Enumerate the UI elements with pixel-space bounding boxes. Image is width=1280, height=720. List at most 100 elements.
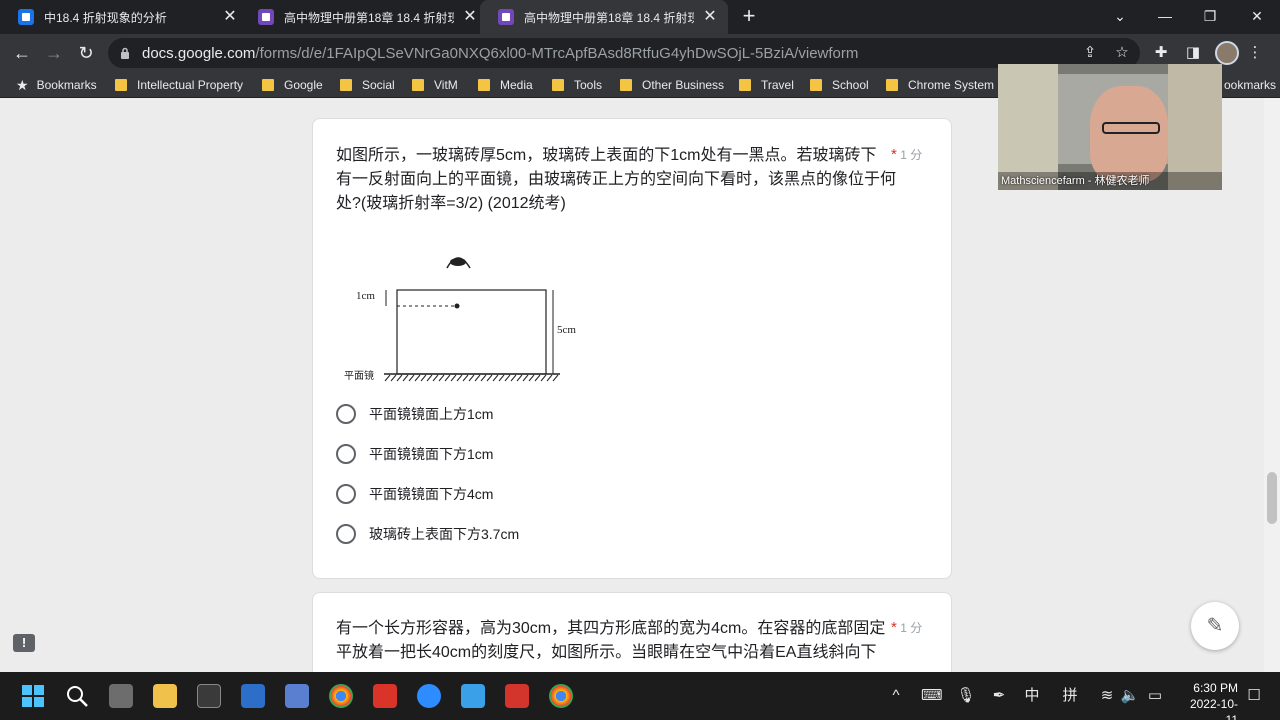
whiteboard-icon[interactable] xyxy=(241,684,265,708)
bookmark-folder[interactable]: Google xyxy=(262,76,323,94)
close-window-button[interactable]: ✕ xyxy=(1245,5,1269,27)
bookmark-folder[interactable]: Chrome System xyxy=(886,76,994,94)
radio-circle[interactable] xyxy=(336,404,356,424)
hatch-mark xyxy=(510,374,517,382)
notification-icon[interactable]: ☐ xyxy=(1244,686,1264,706)
ime-mode[interactable]: 拼 xyxy=(1060,686,1080,706)
chrome-icon[interactable] xyxy=(329,684,353,708)
folder-icon xyxy=(115,79,127,91)
minimize-button[interactable]: — xyxy=(1153,5,1177,27)
hatch-mark xyxy=(516,374,523,382)
bookmark-folder[interactable]: Other Business xyxy=(620,76,724,94)
bookmark-folder[interactable]: School xyxy=(810,76,869,94)
edit-pencil-icon[interactable]: ✎ xyxy=(1191,602,1239,650)
bookmark-folder[interactable]: Travel xyxy=(739,76,794,94)
hatch-mark xyxy=(504,374,511,382)
radio-option[interactable]: 平面镜镜面上方1cm xyxy=(336,403,493,425)
address-bar[interactable]: docs.google.com/forms/d/e/1FAIpQLSeVNrGa… xyxy=(108,38,1140,68)
webcam-caption: Mathsciencefarm - 林健农老师 xyxy=(1001,175,1150,187)
restore-button[interactable]: ❐ xyxy=(1198,5,1222,27)
wps-writer-icon[interactable] xyxy=(373,684,397,708)
tab-2[interactable]: 高中物理中册第18章 18.4 折射现 ✕ xyxy=(240,0,488,34)
folder-icon xyxy=(552,79,564,91)
chrome-icon[interactable] xyxy=(549,684,573,708)
pen-icon[interactable]: ✒ xyxy=(989,686,1009,706)
folder-icon xyxy=(810,79,822,91)
tab-search-icon[interactable]: ⌄ xyxy=(1108,5,1132,27)
system-clock[interactable]: 6:30 PM 2022-10-11 xyxy=(1178,680,1238,720)
forms-icon xyxy=(258,9,274,25)
hatch-mark xyxy=(480,374,487,382)
speaker-icon[interactable]: 🔈 xyxy=(1120,686,1140,706)
question-text-line: 平放着一把长40cm的刻度尺，如图所示。当眼睛在空气中沿着EA直线斜向下 xyxy=(336,644,877,661)
hatch-mark xyxy=(486,374,493,382)
share-icon[interactable]: ⇪ xyxy=(1080,43,1100,63)
close-tab-icon[interactable]: ✕ xyxy=(702,9,718,25)
hatch-mark xyxy=(426,374,433,382)
hatch-mark xyxy=(534,374,541,382)
file-explorer-icon[interactable] xyxy=(153,684,177,708)
avatar[interactable] xyxy=(1215,41,1239,65)
notes-icon[interactable] xyxy=(461,684,485,708)
scrollbar-thumb[interactable] xyxy=(1267,472,1277,524)
hatch-mark xyxy=(498,374,505,382)
tab-3-active[interactable]: 高中物理中册第18章 18.4 折射现 ✕ xyxy=(480,0,728,34)
ime-language[interactable]: 中 xyxy=(1022,686,1042,706)
windows-start-icon[interactable] xyxy=(21,684,45,708)
close-tab-icon[interactable]: ✕ xyxy=(222,9,238,25)
calculator-icon[interactable] xyxy=(197,684,221,708)
question-text-line: 有一反射面向上的平面镜，由玻璃砖正上方的空间向下看时，该黑点的像位于何 xyxy=(336,171,897,188)
question-text-line: 有一个长方形容器，高为30cm，其四方形底部的宽为4cm。在容器的底部固定 xyxy=(336,620,886,637)
windows-taskbar: ^ ⌨ 🎙 ✒ 中 拼 ≋ 🔈 ▭ 6:30 PM 2022-10-11 ☐ xyxy=(0,672,1280,720)
scrollbar[interactable] xyxy=(1264,98,1280,672)
notepad-icon[interactable] xyxy=(285,684,309,708)
radio-circle[interactable] xyxy=(336,484,356,504)
hatch-mark xyxy=(450,374,457,382)
hatch-mark xyxy=(396,374,403,382)
side-panel-icon[interactable]: ◨ xyxy=(1182,42,1204,64)
bookmark-folder[interactable]: VitM xyxy=(412,76,458,94)
keyboard-icon[interactable]: ⌨ xyxy=(921,686,943,706)
search-icon[interactable] xyxy=(65,684,89,708)
microphone-icon[interactable]: 🎙 xyxy=(956,686,976,706)
reload-icon[interactable]: ↻ xyxy=(74,41,98,65)
bookmark-folder[interactable]: Tools xyxy=(552,76,602,94)
tab-title: 高中物理中册第18章 18.4 折射现 xyxy=(524,10,694,25)
mirror-hatching xyxy=(384,374,559,382)
bookmarks-button[interactable]: ★ Bookmarks xyxy=(16,76,97,94)
tab-title: 高中物理中册第18章 18.4 折射现 xyxy=(284,10,454,25)
wifi-icon[interactable]: ≋ xyxy=(1097,686,1117,706)
other-bookmarks[interactable]: ookmarks xyxy=(1224,76,1276,94)
bookmark-folder[interactable]: Media xyxy=(478,76,533,94)
black-dot xyxy=(454,303,460,309)
question-text-line: 处?(玻璃折射率=3/2) (2012统考) xyxy=(336,195,566,212)
menu-dots-icon[interactable]: ⋮ xyxy=(1244,42,1266,64)
tab-strip: 中18.4 折射现象的分析 ✕ 高中物理中册第18章 18.4 折射现 ✕ 高中… xyxy=(0,0,1280,34)
bookmark-folder[interactable]: Intellectual Property xyxy=(115,76,243,94)
radio-circle[interactable] xyxy=(336,524,356,544)
hatch-mark xyxy=(414,374,421,382)
forward-arrow-icon[interactable]: → xyxy=(42,41,66,65)
radio-option[interactable]: 平面镜镜面下方1cm xyxy=(336,443,493,465)
tab-1[interactable]: 中18.4 折射现象的分析 ✕ xyxy=(0,0,248,34)
radio-option[interactable]: 平面镜镜面下方4cm xyxy=(336,483,493,505)
feedback-icon[interactable]: ! xyxy=(13,634,35,652)
radio-option[interactable]: 玻璃砖上表面下方3.7cm xyxy=(336,523,519,545)
bookmark-folder[interactable]: Social xyxy=(340,76,395,94)
new-tab-button[interactable]: + xyxy=(738,5,760,27)
close-tab-icon[interactable]: ✕ xyxy=(462,9,478,25)
radio-circle[interactable] xyxy=(336,444,356,464)
hatch-mark xyxy=(402,374,409,382)
folder-icon xyxy=(340,79,352,91)
sites-icon xyxy=(18,9,34,25)
folder-icon xyxy=(739,79,751,91)
task-view-icon[interactable] xyxy=(109,684,133,708)
battery-icon[interactable]: ▭ xyxy=(1145,686,1165,706)
zoom-icon[interactable] xyxy=(417,684,441,708)
eye-icon xyxy=(446,257,471,269)
bookmark-star-icon[interactable]: ☆ xyxy=(1112,43,1132,63)
chevron-up-icon[interactable]: ^ xyxy=(886,686,906,706)
extensions-icon[interactable]: ✚ xyxy=(1150,42,1172,64)
back-arrow-icon[interactable]: ← xyxy=(10,41,34,65)
wps-office-icon[interactable] xyxy=(505,684,529,708)
